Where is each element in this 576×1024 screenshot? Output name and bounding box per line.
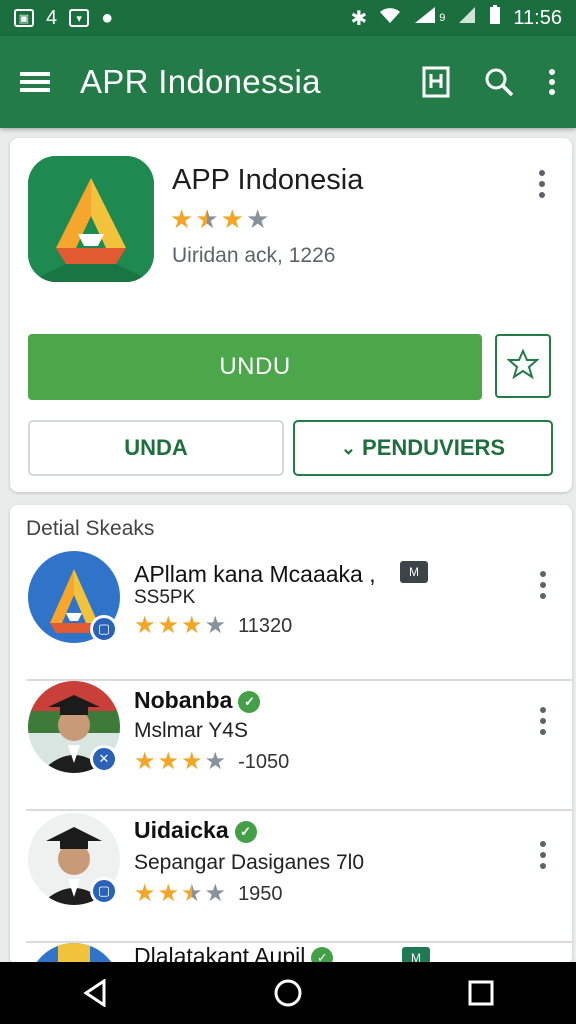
star-empty-icon: ★ (204, 748, 227, 775)
app-bar-title: APR Indonessia (80, 63, 321, 100)
star-half-icon: ★ (181, 880, 203, 907)
list-item[interactable]: ▢ Uidaicka ✓ Sepangar Dasiganes 7l0 ★ ★ ★… (10, 813, 572, 943)
menu-icon[interactable] (20, 70, 50, 94)
more-vert-icon[interactable] (548, 68, 556, 96)
item-rating: ★ ★ ★ ★ 11320 (134, 613, 292, 639)
more-details-button[interactable]: ⌄ PENDUVIERS (293, 420, 553, 476)
item-sub: Mslmar Y4S (134, 719, 248, 742)
app-detail-card: APP Indonesia ★ ★ ★ ★ Uiridan ack, 1226 … (10, 138, 572, 492)
badge-icon: ▢ (90, 877, 118, 905)
install-button[interactable]: UNDU (28, 334, 482, 400)
secondary-button[interactable]: UNDA (28, 420, 284, 476)
list-item[interactable]: ✕ Nobanba ✓ Mslmar Y4S ★ ★ ★ ★ -1050 (10, 681, 572, 811)
star-icon: ★ (134, 748, 156, 775)
item-sub: SS5PK (134, 587, 196, 608)
status-right: ✱ 9 11:56 (351, 5, 562, 31)
star-icon: ★ (157, 748, 180, 775)
star-icon: ★ (170, 204, 194, 234)
wishlist-button[interactable] (495, 334, 551, 398)
item-count: -1050 (238, 750, 290, 773)
badge-icon: ✕ (90, 745, 118, 773)
app-rating-stars: ★ ★ ★ ★ (170, 206, 269, 232)
star-icon: ★ (134, 880, 156, 907)
status-bar: ▣ 4 ▾ ● ✱ 9 11:56 (0, 0, 576, 36)
badge-icon: ▢ (90, 615, 118, 643)
divider (26, 809, 572, 811)
app-subtitle: Uiridan ack, 1226 (172, 244, 336, 267)
star-outline-icon (506, 348, 540, 385)
item-name: APllam kana Mcaaaka , (134, 561, 376, 587)
chrome-notification-icon: ● (101, 6, 114, 29)
star-icon: ★ (134, 612, 156, 639)
search-icon[interactable] (484, 67, 514, 97)
recents-icon[interactable] (468, 980, 494, 1006)
star-empty-icon: ★ (204, 880, 227, 907)
signal-icon (413, 6, 439, 30)
app-more-icon[interactable] (539, 170, 545, 198)
star-empty-icon: ★ (204, 612, 227, 639)
item-name-row: Uidaicka ✓ (134, 817, 257, 844)
star-half-icon: ★ (195, 204, 219, 234)
verified-icon: ✓ (238, 690, 261, 713)
signal-label: 9 (439, 12, 446, 24)
item-count: 11320 (238, 614, 293, 637)
list-item[interactable]: ▢ APllam kana Mcaaaka , M SS5PK ★ ★ ★ ★ … (10, 551, 572, 681)
more-details-label: PENDUVIERS (362, 435, 506, 460)
star-icon: ★ (157, 612, 180, 639)
star-empty-icon: ★ (245, 204, 270, 234)
app-name: APP Indonesia (172, 164, 364, 196)
star-icon: ★ (220, 204, 244, 234)
item-sub: Sepangar Dasiganes 7l0 (134, 851, 364, 874)
item-more-icon[interactable] (540, 571, 546, 599)
app-bar-actions (422, 66, 556, 98)
app-bar: APR Indonessia (0, 36, 576, 128)
signal-2-icon (457, 6, 477, 30)
status-number: 4 (46, 6, 58, 29)
screenshot-notification-icon: ▣ (14, 9, 34, 27)
status-left: ▣ 4 ▾ ● (14, 7, 113, 30)
app-logo-icon (28, 156, 154, 282)
related-list-card: Detial Skeaks ▢ APllam kana Mcaaaka , M … (10, 505, 572, 965)
bluetooth-icon: ✱ (350, 7, 368, 30)
chevron-down-icon: ⌄ (340, 437, 357, 458)
battery-icon (489, 5, 501, 31)
item-more-icon[interactable] (540, 707, 546, 735)
media-tag-icon: M (400, 561, 428, 583)
item-name: Uidaicka (134, 817, 229, 843)
item-rating: ★ ★ ★ ★ 1950 (134, 881, 283, 907)
item-count: 1950 (238, 882, 283, 905)
wifi-icon (379, 6, 401, 30)
bookmark-icon[interactable] (422, 66, 450, 98)
item-name: Nobanba (134, 687, 233, 713)
system-nav-bar (0, 962, 576, 1024)
star-icon: ★ (181, 612, 203, 639)
star-icon: ★ (181, 748, 203, 775)
clock: 11:56 (513, 6, 562, 29)
back-icon[interactable] (82, 979, 108, 1007)
section-title: Detial Skeaks (26, 517, 155, 540)
home-icon[interactable] (273, 978, 303, 1008)
gallery-notification-icon: ▾ (69, 9, 90, 27)
item-more-icon[interactable] (540, 841, 546, 869)
star-icon: ★ (157, 880, 180, 907)
item-name-row: Nobanba ✓ (134, 687, 261, 714)
item-rating: ★ ★ ★ ★ -1050 (134, 749, 289, 775)
verified-icon: ✓ (234, 820, 257, 843)
